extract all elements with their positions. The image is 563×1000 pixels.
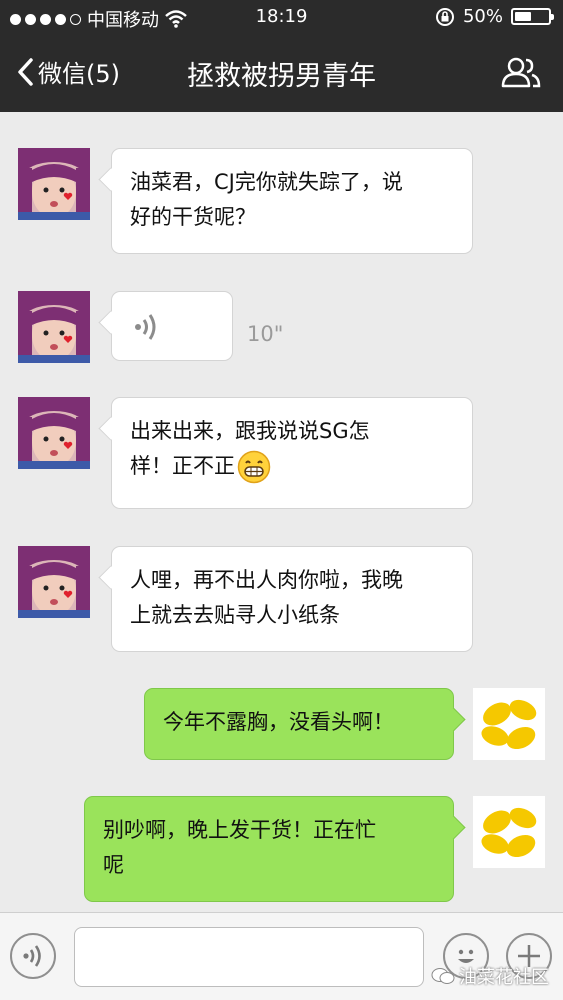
avatar-image xyxy=(18,397,90,469)
voice-input-button[interactable] xyxy=(10,933,56,979)
message-text-line: 油菜君，CJ完你就失踪了，说 xyxy=(130,170,403,194)
watermark: 油菜花社区 xyxy=(431,963,549,989)
avatar[interactable] xyxy=(18,397,90,469)
my-avatar[interactable] xyxy=(473,796,545,868)
message-text-line: 人哩，再不出人肉你啦，我晚 xyxy=(130,568,403,592)
message-bubble-incoming[interactable]: 出来出来，跟我说说SG怎 样！正不正 xyxy=(111,397,473,509)
battery-percent: 50% xyxy=(462,6,503,27)
message-input[interactable] xyxy=(74,927,424,987)
grin-emoji-icon xyxy=(237,450,271,483)
avatar[interactable] xyxy=(18,546,90,618)
avatar-image xyxy=(18,546,90,618)
avatar-image xyxy=(18,291,90,363)
message-text-line: 上就去去贴寻人小纸条 xyxy=(130,603,340,627)
message-text-line: 好的干货呢？ xyxy=(130,205,256,229)
input-bar: 油菜花社区 xyxy=(0,912,563,1000)
battery-icon xyxy=(511,8,554,25)
message-text-line: 别吵啊，晚上发干货！正在忙 xyxy=(103,818,376,842)
message-text: 样！正不正 xyxy=(130,454,235,478)
chat-title: 拯救被拐男青年 xyxy=(187,61,376,92)
status-right: 50% xyxy=(435,6,554,27)
nav-bar: 微信(5) 拯救被拐男青年 xyxy=(0,34,563,112)
voice-duration: 10" xyxy=(247,322,284,346)
message-text-line: 今年不露胸，没看头啊！ xyxy=(163,710,394,734)
message-bubble-incoming[interactable]: 人哩，再不出人肉你啦，我晚 上就去去贴寻人小纸条 xyxy=(111,546,473,652)
avatar-image xyxy=(18,148,90,220)
flower-logo-icon xyxy=(473,688,545,760)
message-text-line: 出来出来，跟我说说SG怎 xyxy=(130,419,370,443)
voice-wave-icon xyxy=(135,314,156,340)
voice-message-bubble[interactable] xyxy=(111,291,233,361)
avatar[interactable] xyxy=(18,291,90,363)
status-bar: 中国移动 18:19 50% xyxy=(0,0,563,34)
message-bubble-incoming[interactable]: 油菜君，CJ完你就失踪了，说 好的干货呢？ xyxy=(111,148,473,254)
people-icon xyxy=(501,57,541,88)
watermark-text: 油菜花社区 xyxy=(459,967,549,988)
message-text-line: 样！正不正 xyxy=(130,449,454,484)
wechat-logo-icon xyxy=(431,968,455,984)
message-bubble-outgoing[interactable]: 别吵啊，晚上发干货！正在忙 呢 xyxy=(84,796,454,902)
avatar[interactable] xyxy=(18,148,90,220)
my-avatar[interactable] xyxy=(473,688,545,760)
group-members-button[interactable] xyxy=(501,56,541,92)
message-bubble-outgoing[interactable]: 今年不露胸，没看头啊！ xyxy=(144,688,454,760)
message-text-line: 呢 xyxy=(103,853,124,877)
rotation-lock-icon xyxy=(435,7,454,26)
voice-icon xyxy=(23,945,41,967)
flower-logo-icon xyxy=(473,796,545,868)
battery-fill xyxy=(515,12,531,21)
